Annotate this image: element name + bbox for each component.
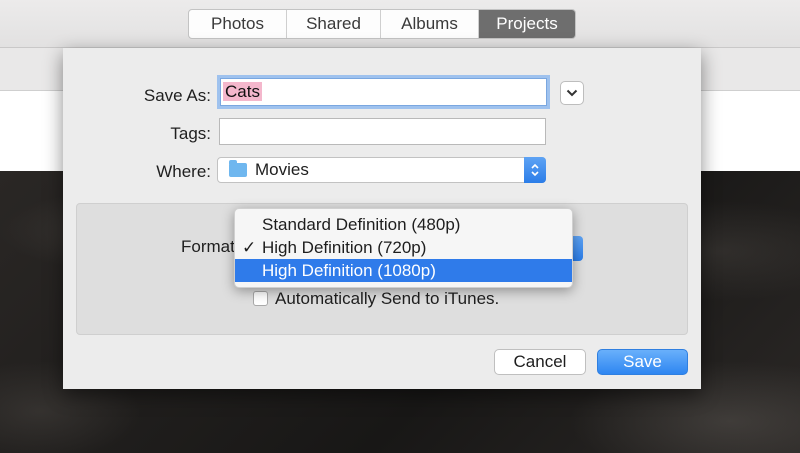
checkmark-icon: ✓ (242, 238, 257, 257)
menu-item-label: High Definition (720p) (262, 238, 427, 257)
save-as-value: Cats (223, 82, 262, 101)
auto-send-checkbox[interactable] (253, 291, 268, 306)
tab-photos[interactable]: Photos (189, 10, 287, 38)
tab-projects[interactable]: Projects (479, 10, 575, 38)
menu-item-1080p[interactable]: High Definition (1080p) (235, 259, 572, 282)
chevron-down-icon (566, 89, 578, 97)
where-label: Where: (156, 162, 211, 181)
app-toolbar: Photos Shared Albums Projects (0, 0, 800, 48)
folder-icon (229, 160, 247, 177)
expand-dialog-button[interactable] (560, 81, 584, 105)
tab-albums[interactable]: Albums (381, 10, 479, 38)
menu-item-label: High Definition (1080p) (262, 261, 436, 280)
menu-item-label: Standard Definition (480p) (262, 215, 461, 234)
popup-arrows-icon (524, 157, 546, 183)
tags-label: Tags: (170, 124, 211, 143)
tags-field[interactable] (219, 118, 546, 145)
where-popup[interactable]: Movies (217, 157, 546, 183)
format-menu: Standard Definition (480p) ✓ High Defini… (234, 208, 573, 288)
view-tab-control: Photos Shared Albums Projects (188, 9, 576, 39)
menu-item-480p[interactable]: Standard Definition (480p) (235, 213, 572, 236)
auto-send-label: Automatically Send to iTunes. (275, 289, 500, 308)
format-label: Format (181, 237, 235, 256)
menu-item-720p[interactable]: ✓ High Definition (720p) (235, 236, 572, 259)
tab-shared[interactable]: Shared (287, 10, 381, 38)
cancel-button[interactable]: Cancel (494, 349, 586, 375)
save-as-label: Save As: (143, 86, 211, 105)
where-value: Movies (255, 160, 309, 179)
save-button[interactable]: Save (597, 349, 688, 375)
save-as-field[interactable]: Cats (220, 78, 547, 106)
